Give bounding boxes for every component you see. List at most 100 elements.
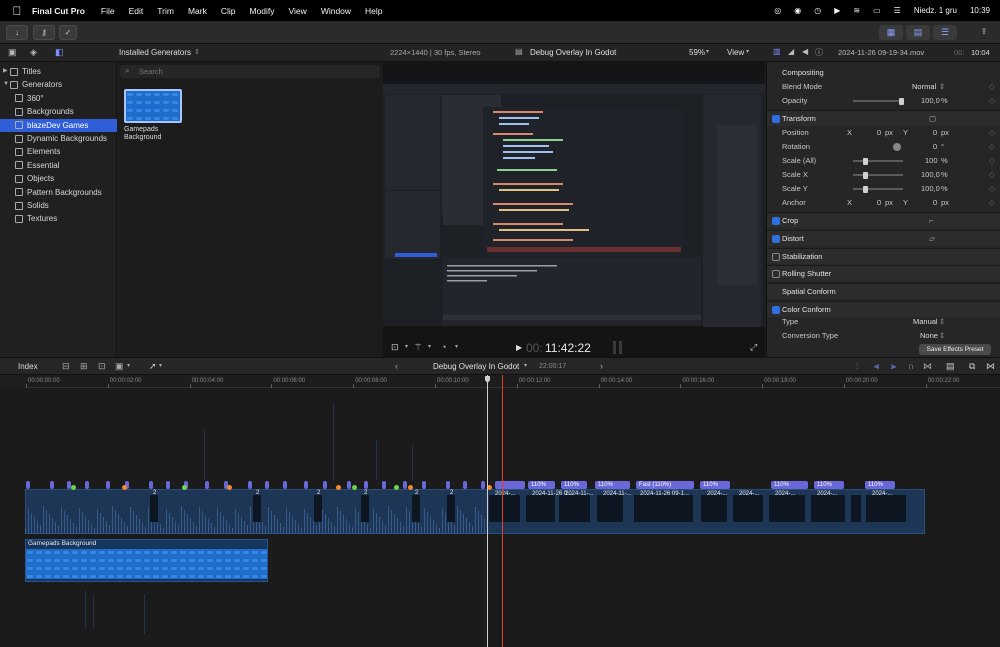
retime-tick[interactable] [446,481,450,489]
scale-y-slider[interactable] [853,185,903,193]
retime-tick[interactable] [347,481,351,489]
menu-help[interactable]: Help [365,6,382,16]
generator-clip[interactable]: Gamepads Background [25,539,268,582]
transform-checkbox[interactable] [772,115,780,123]
inspector-toggle[interactable]: ☰ [933,25,957,40]
sidebar-item[interactable]: ▶ Titles [0,65,117,78]
play-icon[interactable]: ▶ [834,6,840,15]
background-tasks-button[interactable]: ✓ [59,25,77,40]
disclosure-open-icon[interactable]: ▼ [3,78,9,91]
stabilization-section[interactable]: Stabilization [767,248,1000,264]
conversion-select[interactable]: None [920,329,938,343]
inspector-layout-icon[interactable]: ▤ [946,361,955,372]
timeline-marker[interactable] [227,485,232,490]
info-icon[interactable]: ⓘ [815,47,823,58]
retime-tick[interactable] [166,481,170,489]
rolling-shutter-section[interactable]: Rolling Shutter [767,265,1000,281]
sidebar-item[interactable]: 360° [0,92,117,105]
retime-tick[interactable] [463,481,467,489]
rolling-shutter-checkbox[interactable] [772,270,780,278]
keyframe-icon[interactable]: ◇ [989,168,995,182]
magic-wand-icon[interactable]: ⚚ [414,342,422,353]
sidebar-item[interactable]: Pattern Backgrounds [0,186,117,199]
save-effects-preset-button[interactable]: Save Effects Preset [919,344,991,355]
keyframe-icon[interactable]: ◇ [989,154,995,168]
crop-checkbox[interactable] [772,217,780,225]
library-icon[interactable]: ▣ [8,47,17,58]
retime-bar[interactable]: 110% [771,481,808,489]
timeline-project-title[interactable]: Debug Overlay In Godot [433,362,519,371]
timeline-marker[interactable] [336,485,341,490]
keyframe-icon[interactable]: ◇ [989,126,995,140]
sidebar-item[interactable]: blazeDev Games [0,118,117,132]
timeline-ruler[interactable]: 00:00:00:00 00:00:02:00 00:00:04:00 00:00:0… [25,375,1000,388]
speed-gauge-icon[interactable]: ◔ [441,342,446,352]
crop-section[interactable]: Crop ⌐ [767,212,1000,228]
clip-title[interactable]: 2024-11-... [603,491,632,497]
titles-generators-icon[interactable]: ◧ [55,47,64,58]
clip-title[interactable]: 2024-... [817,491,837,497]
retime-bar[interactable]: 110% [561,481,587,489]
sidebar-item[interactable]: Objects [0,172,117,185]
append-clip-icon[interactable]: ⊟ [62,361,70,372]
clip-title[interactable]: 2024-11-26 09-1... [640,491,689,497]
blend-mode-select[interactable]: Normal [912,80,936,94]
apple-icon[interactable]:  [10,4,24,18]
keyframe-icon[interactable]: ◇ [989,94,995,108]
clip-title[interactable]: 2024-... [495,491,515,497]
insert-clip-icon[interactable]: ⊞ [80,361,88,372]
share-button[interactable]: ⇪ [975,25,993,40]
video-inspector-icon[interactable]: ▥ [773,47,781,56]
timeline-marker[interactable] [408,485,413,490]
sidebar-item[interactable]: ▼ Generators [0,78,117,91]
timeline-marker[interactable] [352,485,357,490]
menu-modify[interactable]: Modify [249,6,274,16]
status-icon[interactable]: ◎ [774,6,781,15]
effects-browser-icon[interactable]: ⧉ [969,361,975,372]
control-center-icon[interactable]: ☰ [894,6,901,15]
timeline-marker[interactable] [182,485,187,490]
retime-tick[interactable] [403,481,407,489]
battery-icon[interactable]: ▭ [873,6,881,15]
type-select[interactable]: Manual [913,315,938,329]
clip-title[interactable]: 2024-... [739,491,759,497]
sidebar-item[interactable]: Elements [0,145,117,158]
browser-title[interactable]: Installed Generators [119,48,191,57]
timeline-marker[interactable] [122,485,127,490]
transform-section[interactable]: Transform ▢ [767,110,1000,126]
photos-icon[interactable]: ◈ [30,47,37,58]
crop-onscreen-icon[interactable]: ⌐ [929,213,933,229]
retime-bar[interactable]: 110% [595,481,630,489]
retime-tick[interactable] [205,481,209,489]
timeline-marker[interactable] [394,485,399,490]
retime-tick[interactable] [26,481,30,489]
history-icon[interactable]: ◷ [814,6,821,15]
viewer-canvas[interactable] [383,77,765,327]
keyframe-icon[interactable]: ◇ [989,182,995,196]
wifi-icon[interactable]: ≋ [853,6,860,15]
view-menu[interactable]: View [727,48,744,57]
scale-x-slider[interactable] [853,171,903,179]
disclosure-closed-icon[interactable]: ▶ [3,65,8,78]
keyframe-icon[interactable]: ◇ [989,80,995,94]
history-back-icon[interactable]: ‹ [395,361,398,371]
color-inspector-icon[interactable]: ◢ [788,47,794,56]
retime-tick[interactable] [106,481,110,489]
timeline-marker[interactable] [71,485,76,490]
sidebar-item[interactable]: Textures [0,212,117,225]
history-forward-icon[interactable]: › [600,361,603,371]
retime-tick[interactable] [50,481,54,489]
menu-view[interactable]: View [289,6,307,16]
distort-checkbox[interactable] [772,235,780,243]
menu-file[interactable]: File [101,6,115,16]
retime-tick[interactable] [149,481,153,489]
retime-bar[interactable]: Fast (110%) [636,481,694,489]
clip-title[interactable]: 2024-... [775,491,795,497]
keyframe-icon[interactable]: ◇ [989,140,995,154]
menu-mark[interactable]: Mark [188,6,207,16]
connect-clip-icon[interactable]: ▣ [115,361,124,372]
transform-tool-icon[interactable]: ⊡ [391,342,399,353]
scale-all-slider[interactable] [853,157,903,165]
menu-clip[interactable]: Clip [221,6,236,16]
play-button[interactable]: ▶ [516,343,522,352]
